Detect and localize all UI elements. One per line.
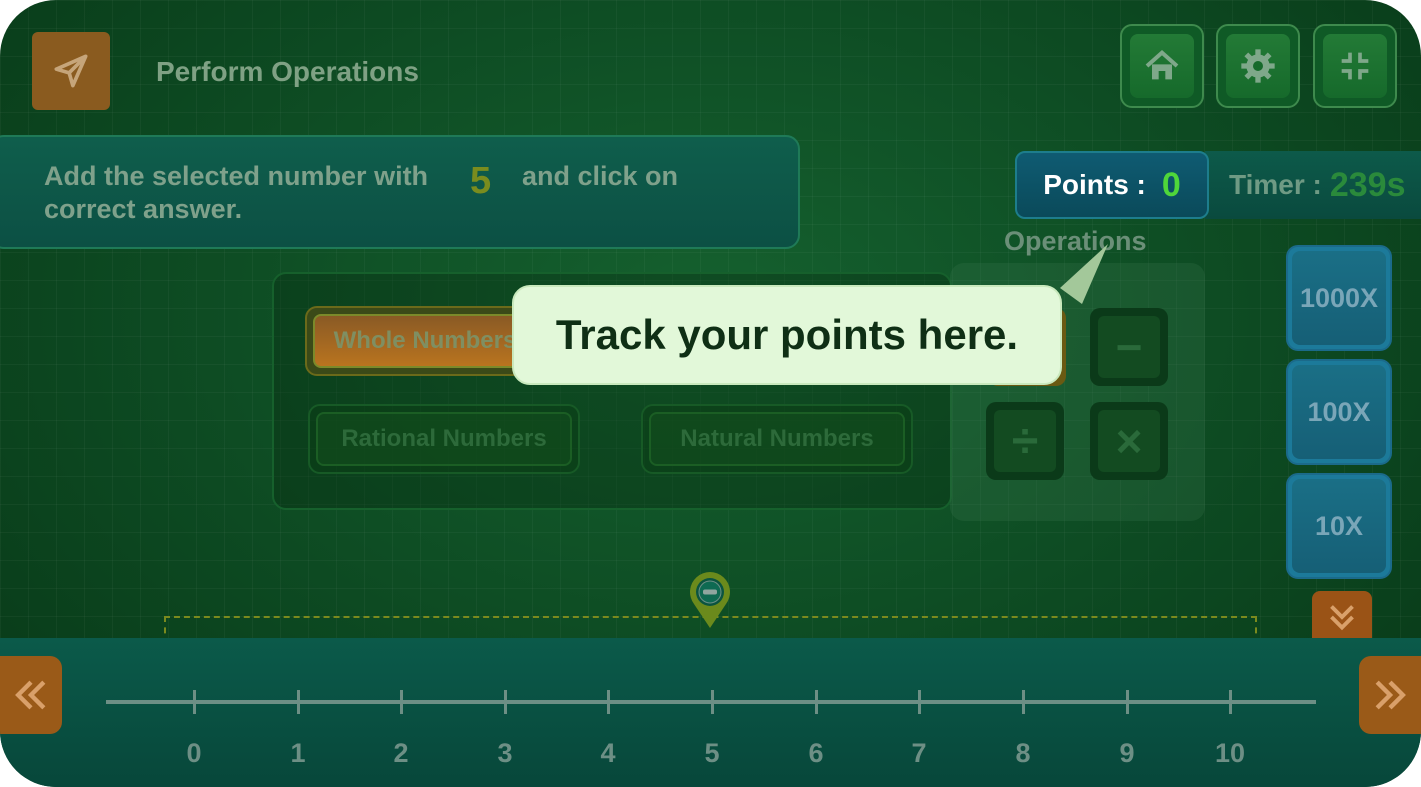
page-title: Perform Operations <box>156 56 419 87</box>
game-stage: Perform Operations Add the selected numb… <box>0 0 1421 787</box>
tick-mark <box>193 690 196 714</box>
multiply-icon: × <box>1115 415 1143 467</box>
instruction-text-line2: correct answer. <box>44 194 243 224</box>
instruction-number: 5 <box>470 160 492 202</box>
whole-numbers-label: Whole Numbers <box>333 327 517 354</box>
scroll-right-button[interactable] <box>1359 656 1421 734</box>
tick-label: 9 <box>1119 738 1135 768</box>
tick-mark <box>1126 690 1129 714</box>
tick-label: 5 <box>704 738 720 768</box>
zoom-1000x-label: 1000X <box>1292 251 1386 345</box>
double-chevron-down-icon <box>1330 605 1354 631</box>
divide-button[interactable]: ÷ <box>986 402 1064 480</box>
zoom-10x-button[interactable]: 10X <box>1286 473 1392 579</box>
minus-icon: − <box>1115 321 1143 373</box>
rational-numbers-button[interactable]: Rational Numbers <box>308 404 580 474</box>
exit-fullscreen-button[interactable] <box>1313 24 1397 108</box>
tick-mark <box>504 690 507 714</box>
rational-numbers-label: Rational Numbers <box>341 425 547 452</box>
zoom-100x-label: 100X <box>1292 365 1386 459</box>
tooltip-text: Track your points here. <box>555 311 1019 358</box>
instruction-panel <box>0 135 800 249</box>
tick-mark <box>607 690 610 714</box>
tick-mark <box>918 690 921 714</box>
double-chevron-left-icon <box>15 680 46 710</box>
settings-button[interactable] <box>1216 24 1300 108</box>
tick-label: 0 <box>186 738 202 768</box>
whole-numbers-button[interactable]: Whole Numbers <box>305 306 545 376</box>
home-icon <box>1145 49 1179 80</box>
app-logo-button[interactable] <box>32 32 110 110</box>
points-value: 0 <box>1161 165 1181 204</box>
timer-label: Timer : <box>1229 169 1322 200</box>
zoom-100x-button[interactable]: 100X <box>1286 359 1392 465</box>
tick-mark <box>711 690 714 714</box>
tick-label: 10 <box>1214 738 1246 768</box>
tick-label: 2 <box>393 738 409 768</box>
points-label: Points : <box>1043 169 1146 200</box>
instruction-text: Add the selected number with <box>44 161 429 191</box>
tick-mark <box>400 690 403 714</box>
zoom-10x-label: 10X <box>1292 479 1386 573</box>
tick-label: 4 <box>600 738 616 768</box>
instruction-text-after: and click on <box>522 161 679 191</box>
double-chevron-right-icon <box>1375 680 1406 710</box>
tick-mark <box>1229 690 1232 714</box>
tick-mark <box>815 690 818 714</box>
tick-label: 3 <box>497 738 513 768</box>
paper-plane-icon <box>54 54 88 88</box>
timer-display: Timer : 239s <box>1205 151 1421 219</box>
home-button[interactable] <box>1120 24 1204 108</box>
tutorial-tooltip: Track your points here. <box>512 285 1062 385</box>
collapse-button[interactable] <box>1312 591 1372 643</box>
tick-label: 7 <box>911 738 927 768</box>
tick-label: 8 <box>1015 738 1031 768</box>
tick-mark <box>297 690 300 714</box>
tick-mark <box>1022 690 1025 714</box>
multiply-button[interactable]: × <box>1090 402 1168 480</box>
timer-value: 239s <box>1329 165 1406 204</box>
tick-label: 6 <box>808 738 824 768</box>
natural-numbers-button[interactable]: Natural Numbers <box>641 404 913 474</box>
subtract-button[interactable]: − <box>1090 308 1168 386</box>
zoom-1000x-button[interactable]: 1000X <box>1286 245 1392 351</box>
points-display: Points : 0 <box>1015 151 1209 219</box>
gear-icon <box>1241 49 1275 83</box>
scroll-left-button[interactable] <box>0 656 62 734</box>
natural-numbers-label: Natural Numbers <box>680 425 874 452</box>
tick-label: 1 <box>290 738 306 768</box>
collapse-icon <box>1341 52 1369 80</box>
divide-icon: ÷ <box>1011 414 1039 468</box>
number-marker-pin[interactable] <box>688 570 732 630</box>
